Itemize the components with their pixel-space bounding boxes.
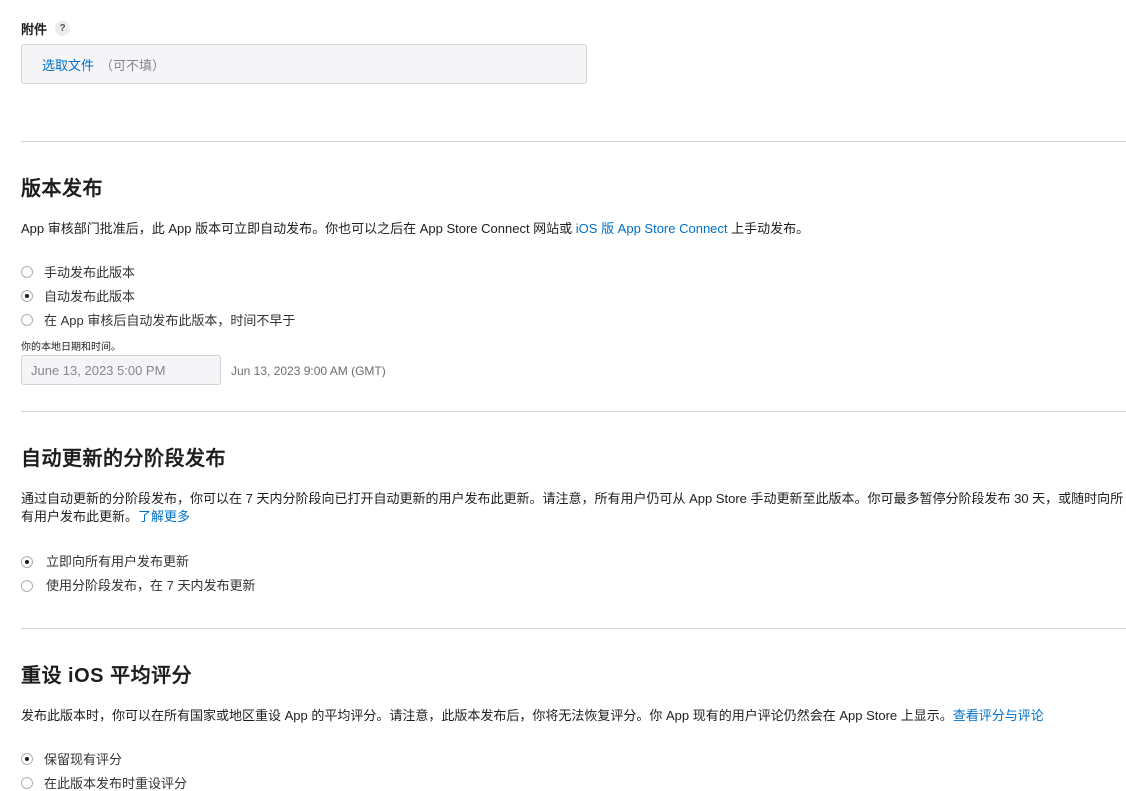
version-release-desc-after: 上手动发布。	[727, 221, 810, 236]
reset-ratings-desc-text: 发布此版本时，你可以在所有国家或地区重设 App 的平均评分。请注意，此版本发布…	[21, 708, 953, 723]
choose-file-link[interactable]: 选取文件	[42, 55, 94, 74]
phased-release-description: 通过自动更新的分阶段发布，你可以在 7 天内分阶段向已打开自动更新的用户发布此更…	[21, 490, 1126, 526]
release-date-input[interactable]: June 13, 2023 5:00 PM	[21, 355, 221, 385]
radio-manual-release[interactable]: 手动发布此版本	[21, 262, 135, 281]
reset-ratings-description: 发布此版本时，你可以在所有国家或地区重设 App 的平均评分。请注意，此版本发布…	[21, 707, 1044, 725]
help-icon[interactable]: ?	[55, 21, 71, 36]
local-time-note: 你的本地日期和时间。	[21, 342, 121, 353]
radio-button-selected[interactable]	[21, 289, 33, 302]
view-ratings-link[interactable]: 查看评分与评论	[953, 708, 1044, 723]
radio-label: 自动发布此版本	[44, 289, 136, 304]
radio-scheduled-release[interactable]: 在 App 审核后自动发布此版本，时间不早于	[21, 310, 295, 329]
radio-phased-release[interactable]: 使用分阶段发布，在 7 天内发布更新	[21, 575, 255, 594]
phased-release-title: 自动更新的分阶段发布	[21, 448, 226, 470]
radio-release-all-users[interactable]: 立即向所有用户发布更新	[21, 551, 189, 570]
version-release-description: App 审核部门批准后，此 App 版本可立即自动发布。你也可以之后在 App …	[21, 220, 809, 238]
radio-reset-ratings[interactable]: 在此版本发布时重设评分	[21, 773, 187, 791]
radio-button-selected[interactable]	[21, 752, 33, 765]
phased-release-desc-line2-text: 有用户发布此更新。	[21, 509, 139, 524]
attachment-label-text: 附件	[21, 22, 48, 37]
attachment-label: 附件 ?	[21, 19, 71, 38]
radio-keep-ratings[interactable]: 保留现有评分	[21, 749, 122, 768]
radio-label: 在 App 审核后自动发布此版本，时间不早于	[44, 313, 296, 328]
phased-release-desc-line1: 通过自动更新的分阶段发布，你可以在 7 天内分阶段向已打开自动更新的用户发布此更…	[21, 491, 1124, 506]
radio-button[interactable]	[21, 580, 33, 592]
section-divider	[21, 411, 1126, 412]
phased-release-desc-line2: 有用户发布此更新。了解更多	[21, 508, 1126, 526]
radio-label: 保留现有评分	[44, 752, 123, 767]
ios-app-store-connect-link[interactable]: iOS 版 App Store Connect	[576, 221, 728, 236]
optional-hint: （可不填）	[100, 57, 166, 73]
radio-button-selected[interactable]	[21, 556, 33, 568]
reset-ratings-title: 重设 iOS 平均评分	[21, 665, 193, 687]
radio-button[interactable]	[21, 265, 33, 278]
radio-label: 在此版本发布时重设评分	[44, 776, 188, 791]
section-divider	[21, 628, 1126, 629]
version-release-title: 版本发布	[21, 178, 103, 200]
section-divider	[21, 141, 1126, 142]
radio-label: 使用分阶段发布，在 7 天内发布更新	[46, 578, 256, 593]
radio-button[interactable]	[21, 313, 33, 326]
radio-label: 立即向所有用户发布更新	[46, 554, 190, 569]
version-release-desc-before: App 审核部门批准后，此 App 版本可立即自动发布。你也可以之后在 App …	[21, 221, 576, 236]
radio-label: 手动发布此版本	[44, 265, 136, 280]
learn-more-link[interactable]: 了解更多	[138, 509, 190, 524]
radio-button[interactable]	[21, 776, 33, 789]
radio-auto-release[interactable]: 自动发布此版本	[21, 286, 135, 305]
gmt-time-label: Jun 13, 2023 9:00 AM (GMT)	[231, 364, 386, 378]
file-picker[interactable]: 选取文件 （可不填）	[21, 44, 587, 84]
